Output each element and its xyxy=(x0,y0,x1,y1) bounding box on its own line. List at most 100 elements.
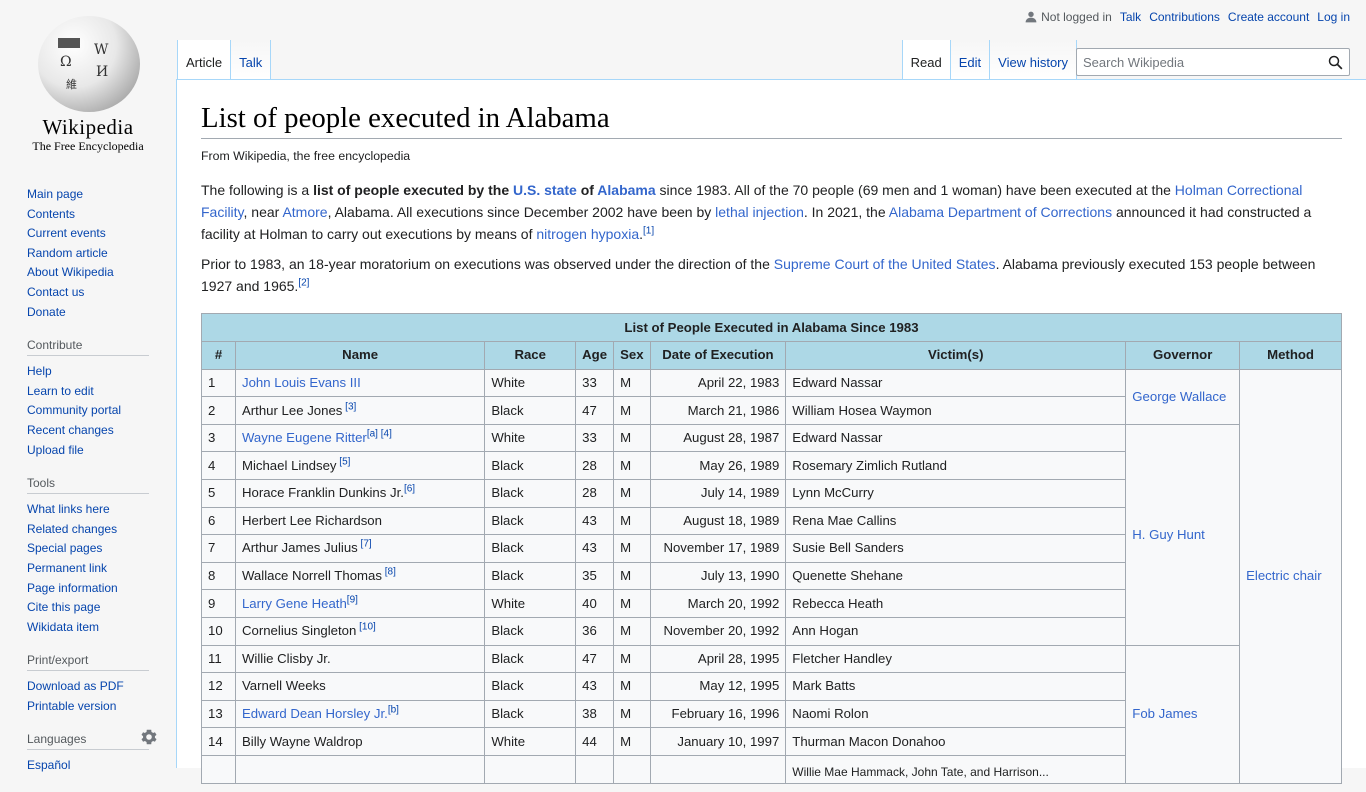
sidebar-tools-link-what-links-here[interactable]: What links here xyxy=(27,502,110,516)
sidebar-print-link-printable-version[interactable]: Printable version xyxy=(27,699,116,713)
person-name: Billy Wayne Waldrop xyxy=(241,733,363,749)
column-header-age[interactable]: Age xyxy=(575,341,615,370)
reference-link[interactable]: [6] xyxy=(404,484,415,495)
reference-link[interactable]: [3] xyxy=(342,401,356,412)
date-cell: May 12, 1995 xyxy=(649,672,787,701)
name-cell: Edward Dean Horsley Jr.[b] xyxy=(234,699,486,729)
race-cell: Black xyxy=(484,644,577,674)
adoc-link[interactable]: Alabama Department of Corrections xyxy=(889,204,1112,220)
reference-link[interactable]: [2] xyxy=(298,278,309,289)
sidebar-language-link-espa-ol[interactable]: Español xyxy=(27,758,70,772)
gear-icon[interactable] xyxy=(141,729,157,745)
wikipedia-logo[interactable]: Ω W И 維 Wikipedia The Free Encyclopedia xyxy=(0,0,176,160)
scotus-link[interactable]: Supreme Court of the United States xyxy=(774,256,996,272)
content-area: List of people executed in Alabama From … xyxy=(176,79,1366,784)
create-account-link[interactable]: Create account xyxy=(1228,10,1309,24)
column-header-governor[interactable]: Governor xyxy=(1125,341,1241,370)
sidebar-tools-link-permanent-link[interactable]: Permanent link xyxy=(27,561,107,575)
reference-link[interactable]: [8] xyxy=(382,567,396,578)
victim-cell: Rena Mae Callins xyxy=(785,506,1127,536)
sidebar-tools-link-wikidata-item[interactable]: Wikidata item xyxy=(27,620,99,634)
race-cell: White xyxy=(484,423,577,453)
reference-link[interactable]: [b] xyxy=(388,705,399,716)
tab-talk[interactable]: Talk xyxy=(231,40,272,80)
nitrogen-hypoxia-link[interactable]: nitrogen hypoxia xyxy=(536,226,639,242)
name-cell: Wayne Eugene Ritter[a] [4] xyxy=(234,423,486,453)
column-header-race[interactable]: Race xyxy=(484,341,577,370)
search-button[interactable] xyxy=(1321,49,1349,75)
age-cell: 40 xyxy=(575,589,615,618)
governor-link[interactable]: George Wallace xyxy=(1132,389,1226,404)
sidebar-contribute-link-community-portal[interactable]: Community portal xyxy=(27,403,121,417)
reference-link[interactable]: [7] xyxy=(358,539,372,550)
sidebar-nav-link-donate[interactable]: Donate xyxy=(27,305,66,319)
person-link[interactable]: John Louis Evans III xyxy=(242,375,361,390)
lethal-injection-link[interactable]: lethal injection xyxy=(715,204,804,220)
person-name: Willie Clisby Jr. xyxy=(241,650,331,666)
column-header-sex[interactable]: Sex xyxy=(613,341,651,370)
sidebar-contribute-link-learn-to-edit[interactable]: Learn to edit xyxy=(27,384,94,398)
sidebar-contribute-item: Help xyxy=(27,362,149,382)
sidebar-contribute-item: Learn to edit xyxy=(27,382,149,402)
sidebar-contribute-link-help[interactable]: Help xyxy=(27,364,52,378)
sidebar-tools-link-cite-this-page[interactable]: Cite this page xyxy=(27,600,100,614)
contributions-link[interactable]: Contributions xyxy=(1149,10,1220,24)
reference-link[interactable]: [1] xyxy=(643,226,654,237)
method-link[interactable]: Electric chair xyxy=(1246,568,1321,583)
column-header-date-of-execution[interactable]: Date of Execution xyxy=(649,341,787,370)
person-link[interactable]: Edward Dean Horsley Jr. xyxy=(242,706,388,721)
sidebar-nav-link-contents[interactable]: Contents xyxy=(27,207,75,221)
sidebar-print-link-download-as-pdf[interactable]: Download as PDF xyxy=(27,679,124,693)
reference-link[interactable]: [9] xyxy=(347,594,358,605)
sidebar-tools-item: Wikidata item xyxy=(27,618,149,638)
sidebar-nav-link-contact-us[interactable]: Contact us xyxy=(27,285,84,299)
person-link[interactable]: Larry Gene Heath xyxy=(242,596,347,611)
user-talk-link[interactable]: Talk xyxy=(1120,10,1141,24)
victim-cell: Rebecca Heath xyxy=(785,589,1127,618)
race-cell: White xyxy=(484,368,577,398)
name-cell: Herbert Lee Richardson xyxy=(234,506,486,536)
date-cell: July 13, 1990 xyxy=(649,561,787,591)
sidebar-contribute-link-upload-file[interactable]: Upload file xyxy=(27,443,84,457)
us-state-link[interactable]: U.S. state xyxy=(513,182,577,198)
atmore-link[interactable]: Atmore xyxy=(282,204,327,220)
age-cell: 47 xyxy=(575,644,615,674)
sidebar-nav-link-random-article[interactable]: Random article xyxy=(27,246,108,260)
sex-cell: M xyxy=(613,396,651,425)
sidebar-contribute-link-recent-changes[interactable]: Recent changes xyxy=(27,423,114,437)
sidebar-tools-link-page-information[interactable]: Page information xyxy=(27,581,118,595)
name-cell: Arthur Lee Jones [3] xyxy=(234,396,486,425)
log-in-link[interactable]: Log in xyxy=(1317,10,1350,24)
person-name: Michael Lindsey xyxy=(241,457,337,473)
row-number: 8 xyxy=(201,561,236,591)
governor-link[interactable]: Fob James xyxy=(1132,706,1197,721)
governor-link[interactable]: H. Guy Hunt xyxy=(1132,527,1205,542)
alabama-link[interactable]: Alabama xyxy=(597,182,655,198)
column-header-name[interactable]: Name xyxy=(234,341,486,370)
sidebar-nav-link-current-events[interactable]: Current events xyxy=(27,226,106,240)
column-header-[interactable]: # xyxy=(201,341,236,370)
tab-view-history[interactable]: View history xyxy=(990,40,1077,80)
sidebar-nav-link-main-page[interactable]: Main page xyxy=(27,187,83,201)
tab-edit[interactable]: Edit xyxy=(950,40,991,80)
race-cell: Black xyxy=(484,561,577,591)
sidebar-nav-link-about-wikipedia[interactable]: About Wikipedia xyxy=(27,265,114,279)
sidebar-tools-link-special-pages[interactable]: Special pages xyxy=(27,541,102,555)
tab-read[interactable]: Read xyxy=(901,40,951,80)
sex-cell: M xyxy=(613,699,651,729)
person-name: Herbert Lee Richardson xyxy=(241,512,382,528)
date-cell: April 22, 1983 xyxy=(649,368,787,398)
person-name: Arthur Lee Jones xyxy=(241,402,343,418)
search-input[interactable] xyxy=(1077,50,1321,74)
row-number: 13 xyxy=(201,699,236,729)
sidebar-heading-print-export: Print/export xyxy=(27,653,149,672)
sidebar-tools-link-related-changes[interactable]: Related changes xyxy=(27,522,117,536)
reference-link[interactable]: [a] [4] xyxy=(367,429,392,440)
reference-link[interactable]: [5] xyxy=(337,456,350,467)
column-header-method[interactable]: Method xyxy=(1239,341,1342,370)
tab-article[interactable]: Article xyxy=(177,40,232,80)
reference-link[interactable]: [10] xyxy=(356,622,376,633)
column-header-victim-s[interactable]: Victim(s) xyxy=(785,341,1127,370)
sidebar-contribute-item: Recent changes xyxy=(27,421,149,441)
person-link[interactable]: Wayne Eugene Ritter xyxy=(242,430,367,445)
